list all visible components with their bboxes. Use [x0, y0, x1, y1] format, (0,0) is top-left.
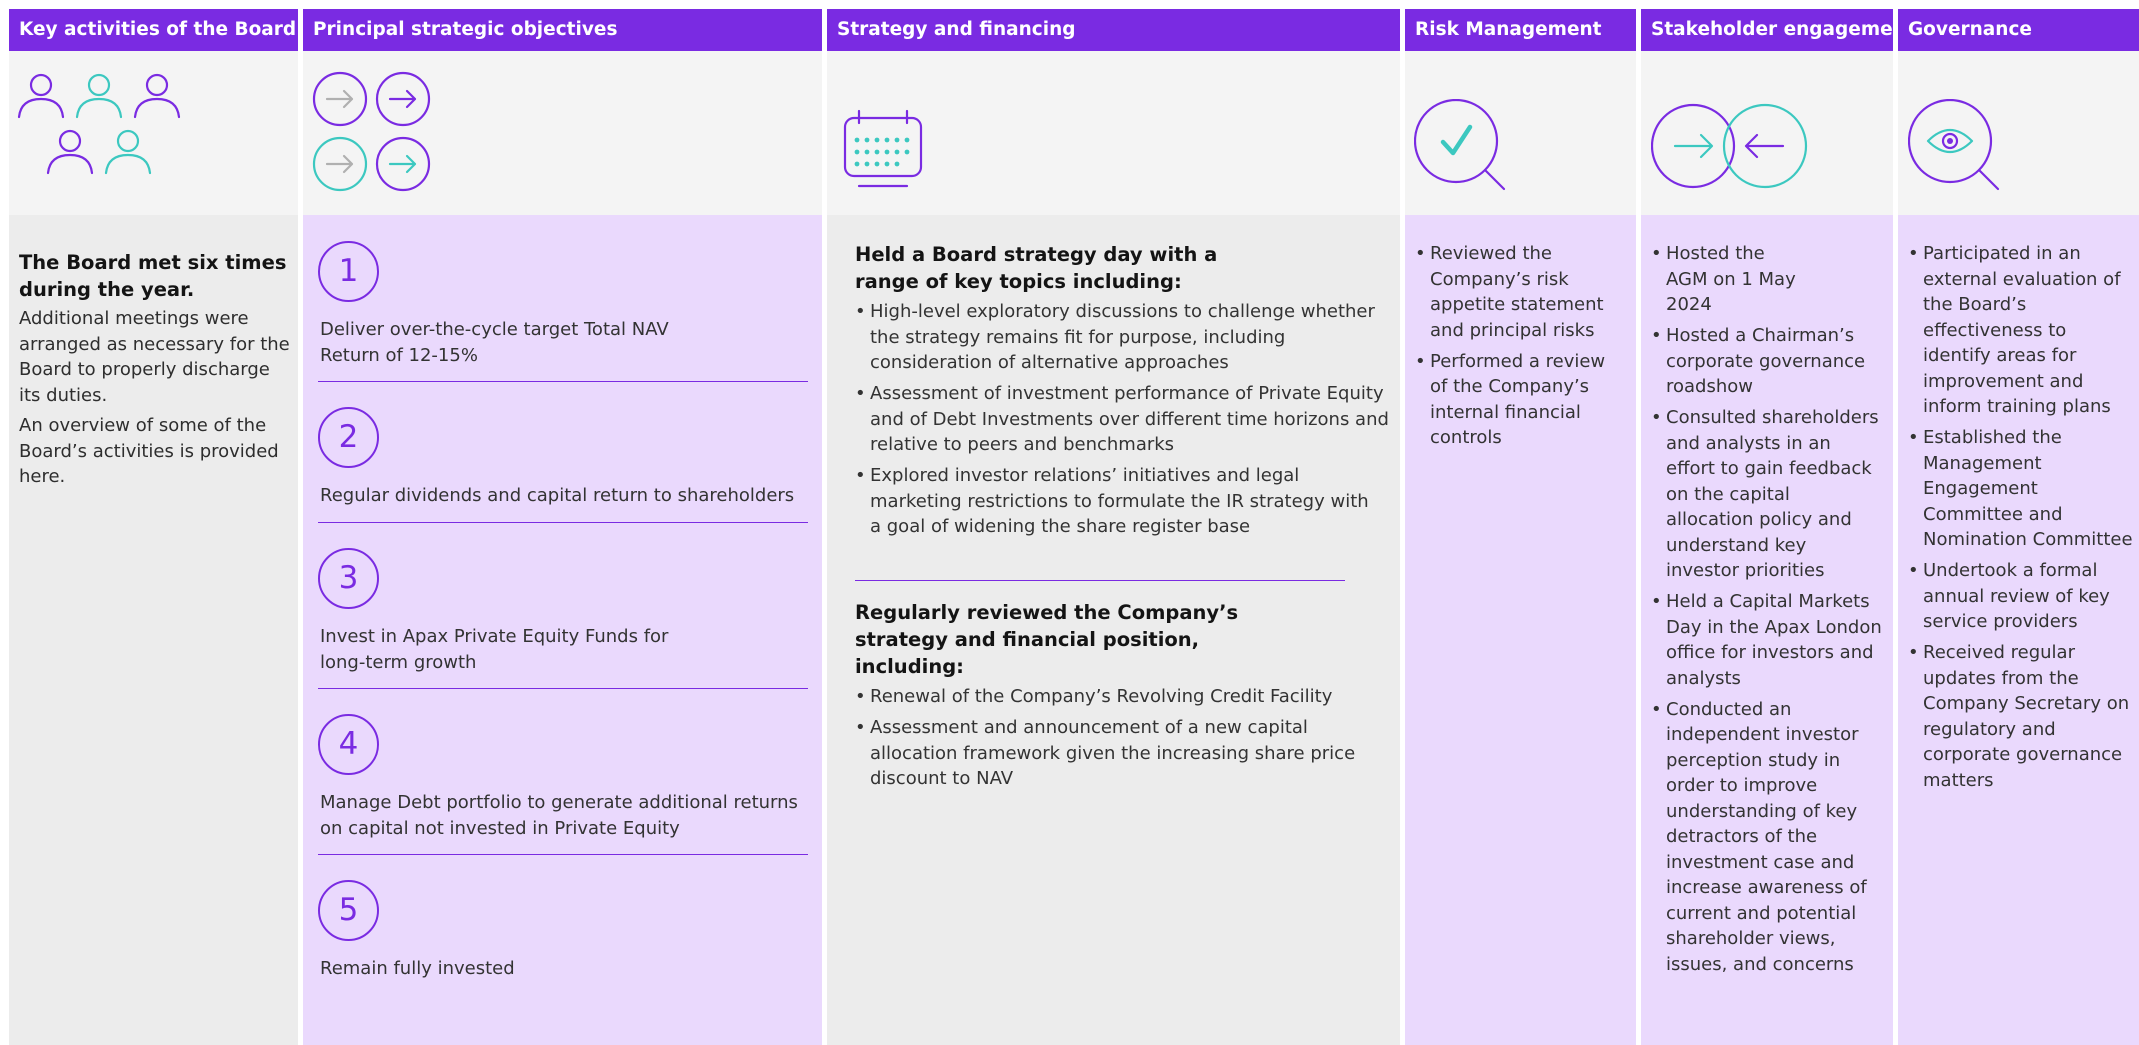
governance-header: Governance	[1898, 9, 2139, 51]
objectives-body: 1 Deliver over-the-cycle target Total NA…	[303, 215, 822, 1045]
stakeholder-column: Stakeholder engagement Hosted the AGM on…	[1641, 9, 1893, 1045]
key-activities-paragraph-2: An overview of some of the Board’s activ…	[19, 415, 279, 487]
strategy-day-list: High-level exploratory discussions to ch…	[855, 299, 1390, 540]
objective-text: Regular dividends and capital return to …	[320, 485, 795, 506]
governance-body: Participated in an external evaluation o…	[1898, 215, 2139, 1045]
strategy-column: Strategy and financing Held a Board stra…	[827, 9, 1400, 1045]
objective-divider	[318, 522, 808, 523]
board-meetings-lead: The Board met six times during the year.	[19, 251, 287, 301]
list-item: Consulted shareholders and analysts in a…	[1651, 405, 1883, 584]
key-activities-icon-area	[9, 51, 298, 215]
list-item: Renewal of the Company’s Revolving Credi…	[855, 684, 1390, 710]
list-item: Conducted an independent investor percep…	[1651, 697, 1883, 978]
risk-list: Reviewed the Company’s risk appetite sta…	[1415, 241, 1620, 456]
objective-number: 2	[318, 407, 379, 468]
governance-list: Participated in an external evaluation o…	[1908, 241, 2137, 799]
objectives-header: Principal strategic objectives	[303, 9, 822, 51]
risk-body: Reviewed the Company’s risk appetite sta…	[1405, 215, 1636, 1045]
strategy-body: Held a Board strategy day with a range o…	[827, 215, 1400, 1045]
financial-review-list: Renewal of the Company’s Revolving Credi…	[855, 684, 1390, 792]
list-item: Hosted a Chairman’s corporate governance…	[1651, 323, 1883, 400]
objective-number: 5	[318, 880, 379, 941]
strategy-header: Strategy and financing	[827, 9, 1400, 51]
stakeholder-icon-area	[1641, 51, 1893, 215]
objective-divider	[318, 854, 808, 855]
list-item: Received regular updates from the Compan…	[1908, 640, 2137, 793]
key-activities-column: Key activities of the Board The Board me…	[9, 9, 298, 1045]
list-item: Reviewed the Company’s risk appetite sta…	[1415, 241, 1620, 343]
stakeholder-list: Hosted the AGM on 1 May 2024 Hosted a Ch…	[1651, 241, 1883, 983]
calendar-icon	[843, 109, 923, 188]
list-item: High-level exploratory discussions to ch…	[855, 299, 1390, 376]
list-item: Participated in an external evaluation o…	[1908, 241, 2137, 420]
objectives-icon-area	[303, 51, 822, 215]
arrows-grid-icon	[312, 71, 431, 192]
stakeholder-body: Hosted the AGM on 1 May 2024 Hosted a Ch…	[1641, 215, 1893, 1045]
objective-text: Deliver over-the-cycle target Total NAV …	[320, 319, 669, 366]
objective-number: 3	[318, 548, 379, 609]
objective-divider	[318, 688, 808, 689]
board-members-icon	[17, 73, 181, 175]
list-item: Performed a review of the Company’s inte…	[1415, 349, 1620, 451]
governance-icon-area	[1898, 51, 2139, 215]
list-item: Hosted the AGM on 1 May 2024	[1651, 241, 1811, 318]
risk-header: Risk Management	[1405, 9, 1636, 51]
strategy-icon-area	[827, 51, 1400, 215]
key-activities-body: The Board met six times during the year.…	[9, 215, 298, 1045]
list-item: Held a Capital Markets Day in the Apax L…	[1651, 589, 1883, 691]
list-item: Assessment of investment performance of …	[855, 381, 1390, 458]
key-activities-header: Key activities of the Board	[9, 9, 298, 51]
objective-divider	[318, 381, 808, 382]
objective-text: Manage Debt portfolio to generate additi…	[320, 792, 798, 839]
financial-review-title: Regularly reviewed the Company’s strateg…	[855, 601, 1239, 678]
objective-number: 1	[318, 241, 379, 302]
stakeholder-header: Stakeholder engagement	[1641, 9, 1893, 51]
list-item: Explored investor relations’ initiatives…	[855, 463, 1375, 540]
risk-column: Risk Management Reviewed the Company’s r…	[1405, 9, 1636, 1045]
list-item: Assessment and announcement of a new cap…	[855, 715, 1390, 792]
governance-column: Governance Participated in an external e…	[1898, 9, 2139, 1045]
exchange-arrows-icon	[1651, 103, 1808, 189]
objectives-column: Principal strategic objectives 1 Deliver…	[303, 9, 822, 1045]
strategy-day-title: Held a Board strategy day with a range o…	[855, 243, 1218, 293]
risk-icon-area	[1405, 51, 1636, 215]
strategy-divider	[855, 580, 1345, 581]
key-activities-paragraph-1: Additional meetings were arranged as nec…	[19, 308, 290, 406]
magnifier-eye-icon	[1908, 99, 2000, 191]
objective-number: 4	[318, 714, 379, 775]
list-item: Established the Management Engagement Co…	[1908, 425, 2137, 553]
objective-text: Remain fully invested	[320, 958, 515, 979]
magnifier-check-icon	[1414, 99, 1506, 191]
objective-text: Invest in Apax Private Equity Funds for …	[320, 626, 669, 673]
list-item: Undertook a formal annual review of key …	[1908, 558, 2137, 635]
